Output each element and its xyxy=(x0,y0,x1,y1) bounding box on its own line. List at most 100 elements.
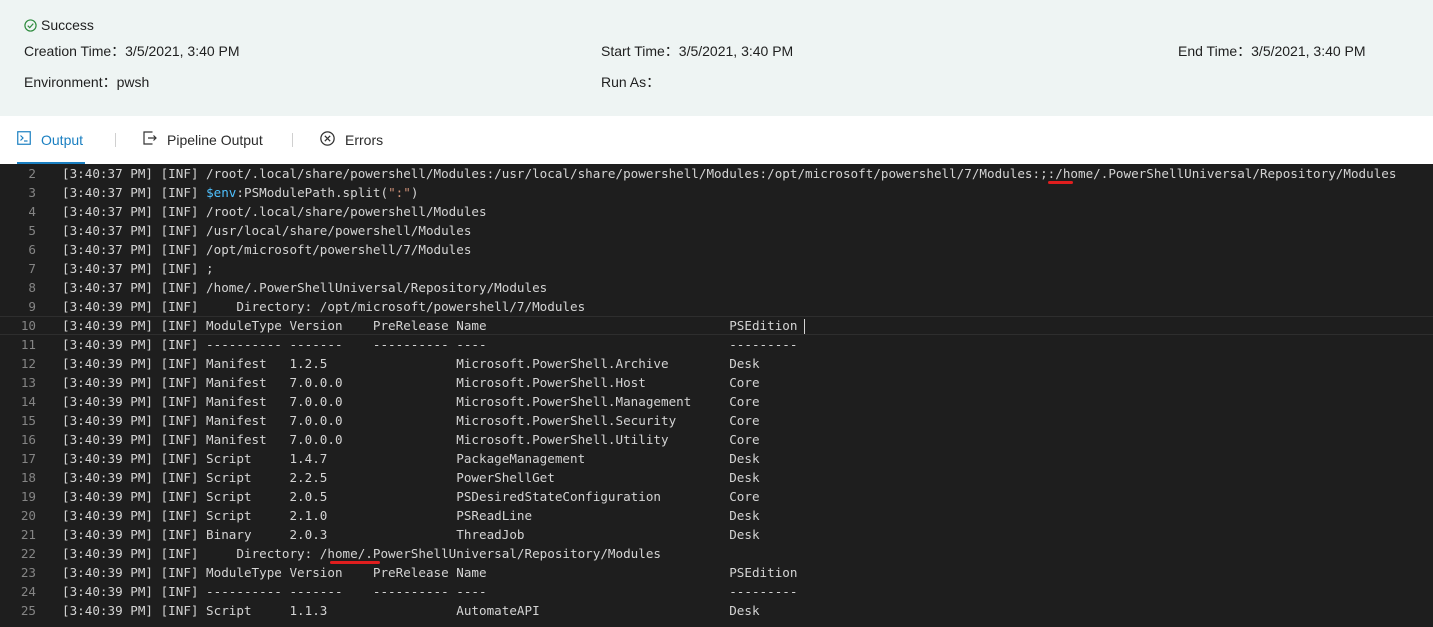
line-number: 22 xyxy=(20,546,36,561)
pipeline-output-icon xyxy=(143,131,157,148)
line-number: 5 xyxy=(28,223,36,238)
console-line: 15 [3:40:39 PM] [INF] Manifest 7.0.0.0 Mi… xyxy=(0,411,1433,430)
variable-token: $env xyxy=(206,185,237,200)
end-time: End Time：3/5/2021, 3:40 PM xyxy=(1178,43,1366,59)
red-underline-annotation xyxy=(330,561,380,564)
line-number: 12 xyxy=(20,356,36,371)
console-line: 2 [3:40:37 PM] [INF] /root/.local/share/p… xyxy=(0,164,1433,183)
job-info-panel: Success Creation Time：3/5/2021, 3:40 PM … xyxy=(0,0,1433,116)
environment: Environment：pwsh xyxy=(24,74,150,90)
output-console[interactable]: 2 [3:40:37 PM] [INF] /root/.local/share/p… xyxy=(0,164,1433,627)
line-number: 16 xyxy=(20,432,36,447)
console-line: 8 [3:40:37 PM] [INF] /home/.PowerShellUni… xyxy=(0,278,1433,297)
tab-output[interactable]: Output xyxy=(17,116,86,164)
line-number: 3 xyxy=(28,185,36,200)
line-text: [3:40:39 PM] [INF] Directory: /home/.Pow… xyxy=(62,546,661,561)
console-line: 13 [3:40:39 PM] [INF] Manifest 7.0.0.0 Mi… xyxy=(0,373,1433,392)
line-text: [3:40:37 PM] [INF] /home/.PowerShellUniv… xyxy=(62,280,548,295)
line-number: 9 xyxy=(28,299,36,314)
console-line: 17 [3:40:39 PM] [INF] Script 1.4.7 Packag… xyxy=(0,449,1433,468)
run-as: Run As： xyxy=(601,74,661,90)
line-number: 25 xyxy=(20,603,36,618)
line-text: [3:40:39 PM] [INF] Directory: /opt/micro… xyxy=(62,299,586,314)
console-line: 23 [3:40:39 PM] [INF] ModuleType Version … xyxy=(0,563,1433,582)
line-text: [3:40:39 PM] [INF] ModuleType Version Pr… xyxy=(62,318,798,333)
line-number: 8 xyxy=(28,280,36,295)
line-number: 7 xyxy=(28,261,36,276)
line-text: [3:40:39 PM] [INF] Script 1.1.3 Automate… xyxy=(62,603,760,618)
console-line: 20 [3:40:39 PM] [INF] Script 2.1.0 PSRead… xyxy=(0,506,1433,525)
output-tabs: Output Pipeline Output Errors xyxy=(0,116,1433,165)
tab-divider xyxy=(292,133,293,147)
console-line: 4 [3:40:37 PM] [INF] /root/.local/share/p… xyxy=(0,202,1433,221)
line-number: 6 xyxy=(28,242,36,257)
line-text: [3:40:39 PM] [INF] Manifest 7.0.0.0 Micr… xyxy=(62,375,760,390)
line-text: [3:40:37 PM] [INF] /usr/local/share/powe… xyxy=(62,223,472,238)
line-number: 14 xyxy=(20,394,36,409)
console-line: 10 [3:40:39 PM] [INF] ModuleType Version … xyxy=(0,316,1433,335)
line-number: 4 xyxy=(28,204,36,219)
line-number: 15 xyxy=(20,413,36,428)
console-line: 22 [3:40:39 PM] [INF] Directory: /home/.P… xyxy=(0,544,1433,563)
line-text: [3:40:39 PM] [INF] Script 2.2.5 PowerShe… xyxy=(62,470,760,485)
line-text: [3:40:37 PM] [INF] /root/.local/share/po… xyxy=(62,166,1397,181)
job-status: Success xyxy=(24,17,94,33)
console-line: 9 [3:40:39 PM] [INF] Directory: /opt/micr… xyxy=(0,297,1433,316)
console-line: 25 [3:40:39 PM] [INF] Script 1.1.3 Automa… xyxy=(0,601,1433,620)
console-line: 11 [3:40:39 PM] [INF] ---------- ------- … xyxy=(0,335,1433,354)
line-number: 18 xyxy=(20,470,36,485)
console-line: 5 [3:40:37 PM] [INF] /usr/local/share/pow… xyxy=(0,221,1433,240)
line-number: 2 xyxy=(28,166,36,181)
console-line: 14 [3:40:39 PM] [INF] Manifest 7.0.0.0 Mi… xyxy=(0,392,1433,411)
line-text: [3:40:39 PM] [INF] Script 2.1.0 PSReadLi… xyxy=(62,508,760,523)
tab-pipeline-output[interactable]: Pipeline Output xyxy=(143,116,263,163)
line-text: [3:40:39 PM] [INF] Binary 2.0.3 ThreadJo… xyxy=(62,527,760,542)
console-line: 18 [3:40:39 PM] [INF] Script 2.2.5 PowerS… xyxy=(0,468,1433,487)
line-text: [3:40:39 PM] [INF] Manifest 7.0.0.0 Micr… xyxy=(62,394,760,409)
line-text: [3:40:39 PM] [INF] ModuleType Version Pr… xyxy=(62,565,798,580)
line-text: ) xyxy=(410,185,419,200)
console-line: 6 [3:40:37 PM] [INF] /opt/microsoft/power… xyxy=(0,240,1433,259)
tab-divider xyxy=(115,133,116,147)
line-text: [3:40:39 PM] [INF] ---------- ------- --… xyxy=(62,584,798,599)
console-line: 7 [3:40:37 PM] [INF] ; xyxy=(0,259,1433,278)
error-circle-icon xyxy=(320,130,335,149)
line-number: 24 xyxy=(20,584,36,599)
creation-time: Creation Time：3/5/2021, 3:40 PM xyxy=(24,43,240,59)
tab-errors-label: Errors xyxy=(345,131,384,148)
line-number: 13 xyxy=(20,375,36,390)
console-line: 16 [3:40:39 PM] [INF] Manifest 7.0.0.0 Mi… xyxy=(0,430,1433,449)
line-text: [3:40:39 PM] [INF] Manifest 1.2.5 Micros… xyxy=(62,356,760,371)
line-text: [3:40:37 PM] [INF] /opt/microsoft/powers… xyxy=(62,242,472,257)
line-number: 10 xyxy=(20,318,36,333)
console-line: 3 [3:40:37 PM] [INF] $env:PSModulePath.sp… xyxy=(0,183,1433,202)
line-number: 19 xyxy=(20,489,36,504)
line-text: [3:40:37 PM] [INF] /root/.local/share/po… xyxy=(62,204,487,219)
line-text: [3:40:39 PM] [INF] Script 2.0.5 PSDesire… xyxy=(62,489,760,504)
tab-errors[interactable]: Errors xyxy=(320,116,383,163)
console-line: 12 [3:40:39 PM] [INF] Manifest 1.2.5 Micr… xyxy=(0,354,1433,373)
console-line: 24 [3:40:39 PM] [INF] ---------- ------- … xyxy=(0,582,1433,601)
red-underline-annotation xyxy=(1048,181,1073,184)
text-cursor xyxy=(804,319,806,334)
line-number: 23 xyxy=(20,565,36,580)
line-text: [3:40:39 PM] [INF] Manifest 7.0.0.0 Micr… xyxy=(62,432,760,447)
line-text: [3:40:39 PM] [INF] ---------- ------- --… xyxy=(62,337,798,352)
tab-output-label: Output xyxy=(41,131,84,148)
console-line: 19 [3:40:39 PM] [INF] Script 2.0.5 PSDesi… xyxy=(0,487,1433,506)
line-text: [3:40:39 PM] [INF] Manifest 7.0.0.0 Micr… xyxy=(62,413,760,428)
status-label: Success xyxy=(41,17,94,33)
line-text: [3:40:37 PM] [INF] xyxy=(62,185,207,200)
tab-pipeline-output-label: Pipeline Output xyxy=(167,131,263,148)
line-number: 20 xyxy=(20,508,36,523)
terminal-icon xyxy=(17,131,31,148)
line-text: [3:40:37 PM] [INF] ; xyxy=(62,261,214,276)
console-line: 21 [3:40:39 PM] [INF] Binary 2.0.3 Thread… xyxy=(0,525,1433,544)
line-text: [3:40:39 PM] [INF] Script 1.4.7 PackageM… xyxy=(62,451,760,466)
line-number: 11 xyxy=(20,337,36,352)
line-text: :PSModulePath.split( xyxy=(236,185,389,200)
line-number: 17 xyxy=(20,451,36,466)
check-circle-icon xyxy=(24,18,37,32)
line-number: 21 xyxy=(20,527,36,542)
start-time: Start Time：3/5/2021, 3:40 PM xyxy=(601,43,794,59)
